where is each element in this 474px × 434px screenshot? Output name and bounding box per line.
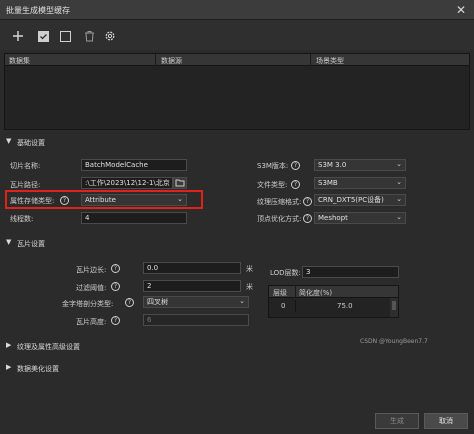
file-type-value: S3MB bbox=[318, 179, 338, 187]
tile-size-input[interactable]: 0.0 bbox=[143, 262, 241, 274]
help-icon[interactable]: ? bbox=[111, 316, 120, 325]
chevron-down-icon: ⌄ bbox=[396, 195, 402, 203]
add-icon[interactable] bbox=[11, 29, 25, 43]
window-title: 批量生成模型缓存 bbox=[6, 6, 70, 15]
expand-arrow-icon: ▼ bbox=[6, 238, 12, 246]
file-type-label: 文件类型: bbox=[257, 181, 288, 189]
file-type-select[interactable]: S3MB ⌄ bbox=[314, 177, 406, 189]
table-header: 层级 简化度(%) bbox=[269, 286, 398, 298]
chevron-down-icon: ⌄ bbox=[396, 213, 402, 221]
section-basic-settings[interactable]: ▼ 基础设置 bbox=[0, 136, 474, 150]
filter-threshold-label: 过滤阈值: bbox=[76, 284, 107, 292]
lod-level-cell: 0 bbox=[281, 302, 286, 310]
s3m-version-select[interactable]: S3M 3.0 ⌄ bbox=[314, 159, 406, 171]
filter-threshold-input[interactable]: 2 bbox=[143, 280, 241, 292]
cancel-button[interactable]: 取消 bbox=[424, 413, 468, 429]
tile-height-label: 瓦片高度: bbox=[76, 318, 107, 326]
filter-threshold-unit: 米 bbox=[246, 283, 253, 291]
tile-size-unit: 米 bbox=[246, 265, 253, 273]
section-data-beautify[interactable]: ▶ 数据美化设置 bbox=[0, 362, 474, 376]
tile-size-label: 瓦片边长: bbox=[76, 266, 107, 274]
uncheck-icon[interactable] bbox=[58, 29, 72, 43]
tile-height-input[interactable]: 6 bbox=[143, 314, 249, 326]
s3m-version-label: S3M版本: bbox=[257, 162, 289, 170]
s3m-version-value: S3M 3.0 bbox=[318, 161, 347, 169]
attr-storage-select[interactable]: Attribute ⌄ bbox=[81, 194, 187, 206]
texture-compress-label: 纹理压缩格式: bbox=[257, 198, 302, 206]
vertex-opt-label: 顶点优化方式: bbox=[257, 215, 302, 223]
column-header-dataset[interactable]: 数据集 bbox=[9, 56, 30, 66]
section-label: 纹理及属性高级设置 bbox=[17, 343, 80, 351]
help-icon[interactable]: ? bbox=[303, 197, 312, 206]
attr-storage-value: Attribute bbox=[85, 196, 116, 204]
chevron-down-icon: ⌄ bbox=[396, 160, 402, 168]
expand-arrow-icon: ▼ bbox=[6, 137, 12, 145]
browse-folder-icon[interactable] bbox=[173, 177, 187, 189]
vertex-opt-select[interactable]: Meshopt ⌄ bbox=[314, 212, 406, 224]
generate-button[interactable]: 生成 bbox=[375, 413, 419, 429]
texture-compress-select[interactable]: CRN_DXT5(PC设备) ⌄ bbox=[314, 194, 406, 206]
close-icon[interactable]: ✕ bbox=[454, 3, 468, 17]
vertex-opt-value: Meshopt bbox=[318, 214, 348, 222]
help-icon[interactable]: ? bbox=[303, 214, 312, 223]
help-icon[interactable]: ? bbox=[60, 196, 69, 205]
help-icon[interactable]: ? bbox=[111, 282, 120, 291]
texture-compress-value: CRN_DXT5(PC设备) bbox=[318, 196, 384, 204]
threads-input[interactable]: 4 bbox=[81, 212, 187, 224]
threads-label: 线程数: bbox=[10, 215, 34, 223]
table-header: 数据集 数据源 场景类型 bbox=[5, 54, 469, 66]
section-texture-advanced[interactable]: ▶ 纹理及属性高级设置 bbox=[0, 340, 474, 354]
section-label: 瓦片设置 bbox=[17, 240, 45, 248]
section-label: 数据美化设置 bbox=[17, 365, 59, 373]
section-label: 基础设置 bbox=[17, 139, 45, 147]
table-row[interactable]: 0 75.0 bbox=[269, 300, 390, 312]
section-tile-settings[interactable]: ▼ 瓦片设置 bbox=[0, 237, 474, 251]
dataset-table[interactable]: 数据集 数据源 场景类型 bbox=[4, 53, 470, 130]
pyramid-value: 四叉树 bbox=[147, 298, 168, 306]
lod-table[interactable]: 层级 简化度(%) 0 75.0 bbox=[268, 285, 399, 318]
column-header-simplify: 简化度(%) bbox=[299, 289, 333, 297]
path-input[interactable]: :\工作\2023\12\12-1\北京 bbox=[81, 177, 173, 189]
attr-storage-label: 属性存储类型: bbox=[10, 197, 55, 205]
chevron-down-icon: ⌄ bbox=[396, 178, 402, 186]
help-icon[interactable]: ? bbox=[125, 298, 134, 307]
help-icon[interactable]: ? bbox=[291, 180, 300, 189]
lod-label: LOD层数: bbox=[270, 269, 301, 277]
pyramid-select[interactable]: 四叉树 ⌄ bbox=[143, 296, 249, 308]
chevron-down-icon: ⌄ bbox=[239, 297, 245, 305]
cache-name-input[interactable]: BatchModelCache bbox=[81, 159, 187, 171]
column-header-scene-type[interactable]: 场景类型 bbox=[316, 56, 344, 66]
scrollbar[interactable] bbox=[390, 298, 398, 317]
path-label: 瓦片路径: bbox=[10, 181, 41, 189]
help-icon[interactable]: ? bbox=[291, 161, 300, 170]
cache-name-label: 切片名称: bbox=[10, 162, 41, 170]
title-bar bbox=[0, 0, 474, 20]
column-header-level: 层级 bbox=[273, 289, 287, 297]
check-all-icon[interactable] bbox=[36, 29, 50, 43]
delete-icon[interactable] bbox=[82, 29, 96, 43]
pyramid-label: 金字塔剖分类型: bbox=[62, 300, 114, 308]
settings-icon[interactable] bbox=[103, 29, 117, 43]
expand-arrow-icon: ▶ bbox=[6, 341, 12, 349]
lod-simplify-cell[interactable]: 75.0 bbox=[337, 302, 353, 310]
help-icon[interactable]: ? bbox=[111, 264, 120, 273]
expand-arrow-icon: ▶ bbox=[6, 363, 12, 371]
lod-input[interactable]: 3 bbox=[302, 266, 399, 278]
chevron-down-icon: ⌄ bbox=[177, 195, 183, 203]
column-header-datasource[interactable]: 数据源 bbox=[161, 56, 182, 66]
